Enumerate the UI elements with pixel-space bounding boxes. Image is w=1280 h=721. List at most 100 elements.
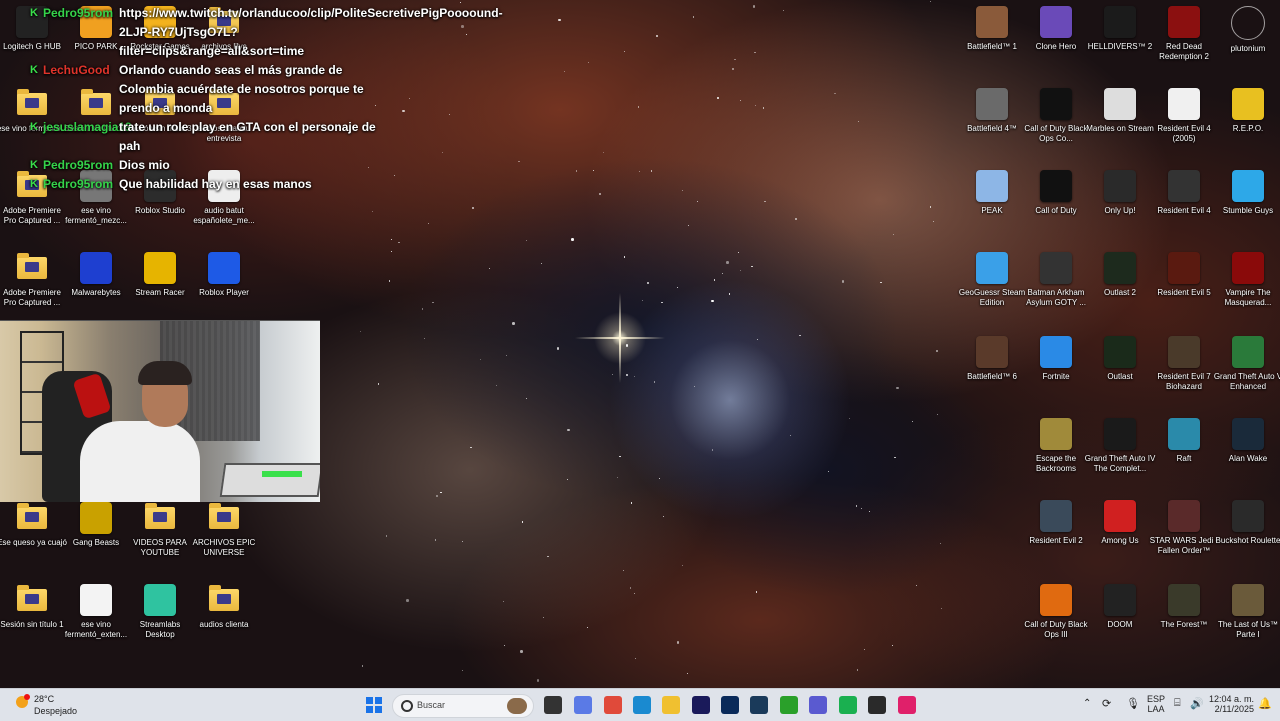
tray-sync-icon[interactable]: ⟳ <box>1102 697 1111 710</box>
desktop-icon-battlefield-1[interactable]: Battlefield™ 1 <box>960 6 1024 52</box>
star <box>857 669 859 671</box>
battlefield-1-icon <box>976 6 1008 38</box>
taskbar-file-explorer-icon[interactable] <box>662 696 680 714</box>
desktop-icon-peak[interactable]: PEAK <box>960 170 1024 216</box>
desktop-icon-vampire-the-masquerad[interactable]: Vampire The Masquerad... <box>1216 252 1280 308</box>
desktop-icon-only-up[interactable]: Only Up! <box>1088 170 1152 216</box>
desktop-icon-label: Resident Evil 5 <box>1157 288 1211 297</box>
desktop-icon-alan-wake[interactable]: Alan Wake <box>1216 418 1280 464</box>
desktop-icon-gang-beasts[interactable]: Gang Beasts <box>64 502 128 548</box>
taskbar-audition-icon[interactable] <box>721 696 739 714</box>
desktop-icon-the-forest[interactable]: The Forest™ <box>1152 584 1216 630</box>
taskbar-spotify-icon[interactable] <box>839 696 857 714</box>
star <box>721 273 723 275</box>
desktop-icon-among-us[interactable]: Among Us <box>1088 500 1152 546</box>
ese-vino-fermento-exten-icon <box>80 584 112 616</box>
weather-widget[interactable]: 28°C Despejado <box>14 692 84 718</box>
desktop-icon-helldivers-2[interactable]: HELLDIVERS™ 2 <box>1088 6 1152 52</box>
desktop-icon-the-last-of-us-parte-i[interactable]: The Last of Us™ Parte I <box>1216 584 1280 640</box>
desktop-icon-escape-the-backrooms[interactable]: Escape the Backrooms <box>1024 418 1088 474</box>
notification-bell-icon[interactable]: 🔔 <box>1258 697 1272 710</box>
desktop-icon-label: Escape the Backrooms <box>1035 454 1077 473</box>
desktop-icon-stream-racer[interactable]: Stream Racer <box>128 252 192 298</box>
desktop-icon-sesion-sin-titulo-1[interactable]: Sesión sin título 1 <box>0 584 64 630</box>
language-indicator[interactable]: ESP LAA <box>1146 694 1166 714</box>
star <box>598 192 602 196</box>
desktop-icon-videos-para-youtube[interactable]: VIDEOS PARA YOUTUBE <box>128 502 192 558</box>
desktop-icon-doom[interactable]: DOOM <box>1088 584 1152 630</box>
desktop-icon-resident-evil-4[interactable]: Resident Evil 4 <box>1152 170 1216 216</box>
tray-chevron-icon[interactable]: ⌃ <box>1083 698 1091 709</box>
resident-evil-5-icon <box>1168 252 1200 284</box>
call-of-duty-black-ops-co-icon <box>1040 88 1072 120</box>
desktop-icon-malwarebytes[interactable]: Malwarebytes <box>64 252 128 298</box>
batman-arkham-asylum-goty-icon <box>1040 252 1072 284</box>
desktop-icon-r-e-p-o[interactable]: R.E.P.O. <box>1216 88 1280 134</box>
desktop-icon-grand-theft-auto-v-enhanced[interactable]: Grand Theft Auto V Enhanced <box>1214 336 1280 392</box>
star <box>362 665 364 667</box>
search-box[interactable]: Buscar <box>392 694 534 718</box>
star <box>729 293 731 295</box>
star <box>471 206 475 210</box>
desktop-icon-resident-evil-4-2005[interactable]: Resident Evil 4 (2005) <box>1152 88 1216 144</box>
taskbar-edge-icon[interactable] <box>633 696 651 714</box>
star <box>752 5 756 8</box>
star <box>540 262 543 264</box>
tray-mic-icon[interactable]: 🎙 <box>1126 697 1140 710</box>
start-button[interactable] <box>366 697 382 713</box>
taskbar-premiere-pro-icon[interactable] <box>692 696 710 714</box>
chat-text: Dios mio <box>119 158 170 172</box>
desktop-icon-plutonium[interactable]: plutonium <box>1216 6 1280 54</box>
desktop-icon-roblox-player[interactable]: Roblox Player <box>192 252 256 298</box>
desktop-icon-audios-clienta[interactable]: audios clienta <box>192 584 256 630</box>
desktop-icon-outlast-2[interactable]: Outlast 2 <box>1088 252 1152 298</box>
desktop-icon-adobe-premiere-pro-captured[interactable]: Adobe Premiere Pro Captured ... <box>0 252 64 308</box>
desktop-icon-clone-hero[interactable]: Clone Hero <box>1024 6 1088 52</box>
weather-description: Despejado <box>34 706 78 716</box>
desktop-icon-battlefield-6[interactable]: Battlefield™ 6 <box>960 336 1024 382</box>
desktop-icon-label: STAR WARS Jedi - Fallen Order™ <box>1149 536 1219 555</box>
desktop-icon-resident-evil-5[interactable]: Resident Evil 5 <box>1152 252 1216 298</box>
desktop-icon-call-of-duty[interactable]: Call of Duty <box>1024 170 1088 216</box>
taskbar-task-view-icon[interactable] <box>544 696 562 714</box>
taskbar-gamepass-icon[interactable] <box>780 696 798 714</box>
desktop-icon-call-of-duty-black-ops-co[interactable]: Call of Duty Black Ops Co... <box>1024 88 1088 144</box>
taskbar-teams-icon[interactable] <box>809 696 827 714</box>
desktop-icon-streamlabs-desktop[interactable]: Streamlabs Desktop <box>128 584 192 640</box>
desktop-icon-batman-arkham-asylum-goty[interactable]: Batman Arkham Asylum GOTY ... <box>1024 252 1088 308</box>
clock[interactable]: 12:04 a. m. 2/11/2025 <box>1208 694 1254 714</box>
taskbar-steam-icon[interactable] <box>750 696 768 714</box>
star <box>630 502 633 504</box>
desktop-icon-call-of-duty-black-ops-iii[interactable]: Call of Duty Black Ops III <box>1024 584 1088 640</box>
desktop-icon-resident-evil-2[interactable]: Resident Evil 2 <box>1024 500 1088 546</box>
desktop-icon-label: Resident Evil 2 <box>1029 536 1083 545</box>
taskbar-chrome-icon[interactable] <box>604 696 622 714</box>
desktop-icon-star-wars-jedi-fallen-order[interactable]: STAR WARS Jedi - Fallen Order™ <box>1150 500 1218 556</box>
desktop-icon-archivos-epic-universe[interactable]: ARCHIVOS EPIC UNIVERSE <box>192 502 256 558</box>
desktop-icon-buckshot-roulette[interactable]: Buckshot Roulette <box>1216 500 1280 546</box>
network-icon[interactable]: ⌸ <box>1174 697 1181 710</box>
call-of-duty-black-ops-iii-icon <box>1040 584 1072 616</box>
desktop-icon-raft[interactable]: Raft <box>1152 418 1216 464</box>
kick-badge-icon: K <box>30 121 38 133</box>
star <box>427 223 429 225</box>
desktop-icon-grand-theft-auto-iv-the-complet[interactable]: Grand Theft Auto IV The Complet... <box>1085 418 1155 474</box>
desktop-icon-red-dead-redemption-2[interactable]: Red Dead Redemption 2 <box>1152 6 1216 62</box>
desktop-icon-marbles-on-stream[interactable]: Marbles on Stream <box>1086 88 1154 134</box>
taskbar-tiktok-icon[interactable] <box>898 696 916 714</box>
volume-icon[interactable]: 🔊 <box>1190 697 1204 710</box>
desktop-icon-outlast[interactable]: Outlast <box>1088 336 1152 382</box>
desktop-icon-ese-vino-fermento-exten[interactable]: ese vino fermentó_exten... <box>64 584 128 640</box>
desktop-icon-ese-queso-ya-cuajo[interactable]: Ese queso ya cuajó <box>0 502 67 548</box>
desktop-icon-fortnite[interactable]: Fortnite <box>1024 336 1088 382</box>
star <box>696 200 699 203</box>
desktop-icon-resident-evil-7-biohazard[interactable]: Resident Evil 7 Biohazard <box>1152 336 1216 392</box>
taskbar-obs-icon[interactable] <box>868 696 886 714</box>
desktop-icon-battlefield-4[interactable]: Battlefield 4™ <box>960 88 1024 134</box>
outlast-icon <box>1104 336 1136 368</box>
desktop-icon-stumble-guys[interactable]: Stumble Guys <box>1216 170 1280 216</box>
clock-time: 12:04 a. m. <box>1208 694 1254 704</box>
taskbar-copilot-icon[interactable] <box>574 696 592 714</box>
desktop-icon-geoguessr-steam-edition[interactable]: GeoGuessr Steam Edition <box>959 252 1025 308</box>
star <box>682 564 684 567</box>
